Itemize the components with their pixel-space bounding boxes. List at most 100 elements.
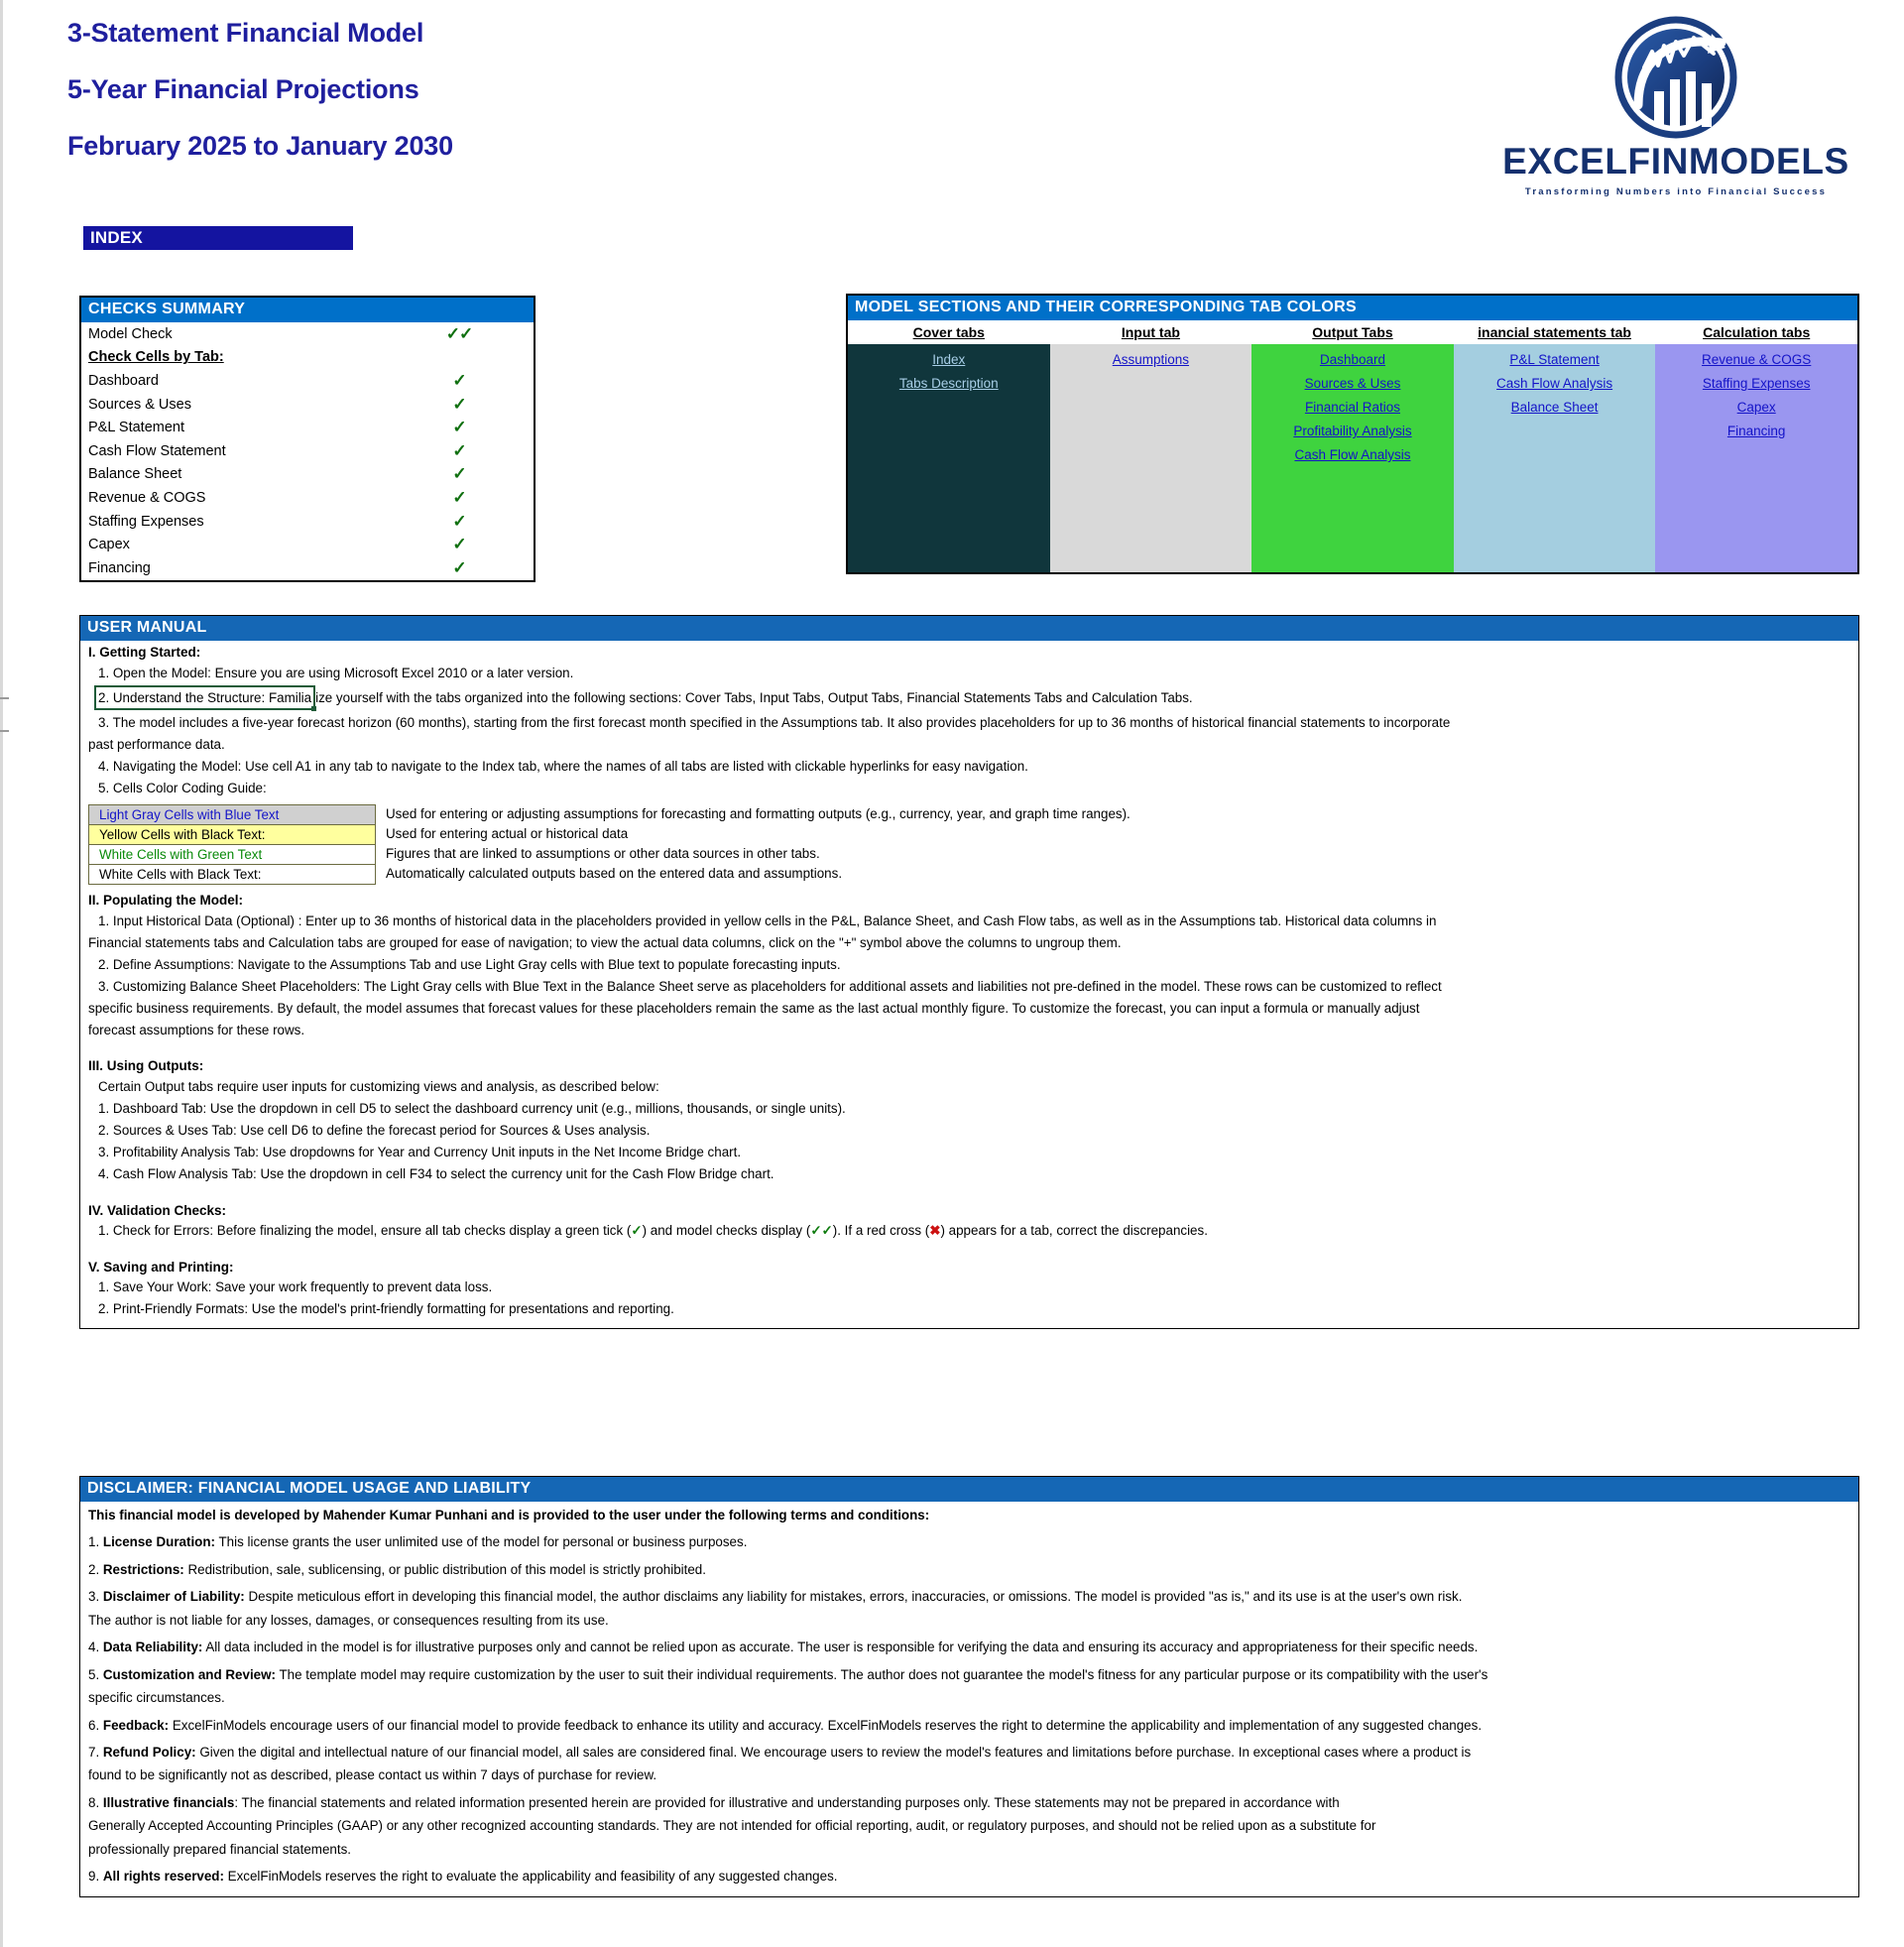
disclaimer-item-number: 4. [88,1640,103,1655]
tab-link[interactable]: Tabs Description [848,376,1050,391]
check-tick-icon: ✓ [452,370,466,390]
manual-item-rest: ize yourself with the tabs organized int… [315,689,1193,705]
model-check-row: Model Check ✓✓ [81,322,534,346]
manual-item: 1. Input Historical Data (Optional) : En… [98,913,1437,928]
check-row-label: P&L Statement [88,420,184,436]
disclaimer-items-container: 1. License Duration: This license grants… [80,1528,1858,1889]
tab-link[interactable]: Sources & Uses [1251,376,1454,391]
manual-section-3-heading: III. Using Outputs: [88,1058,204,1074]
section-column-fin: P&L Statement Cash Flow Analysis Balance S… [1453,344,1656,572]
check-row-label: Revenue & COGS [88,489,206,506]
validation-text-4: ) appears for a tab, correct the discrep… [940,1223,1208,1239]
legend-swatch-gray: Light Gray Cells with Blue Text [88,804,376,825]
check-row: Revenue & COGS ✓ [81,486,534,510]
check-tick-icon: ✓ [452,535,466,554]
check-row-label: Capex [88,537,130,553]
tab-link[interactable]: Profitability Analysis [1251,424,1454,438]
manual-item: 1. Dashboard Tab: Use the dropdown in ce… [98,1100,846,1116]
check-cells-subheading-row: Check Cells by Tab: [81,346,534,370]
check-row: P&L Statement ✓ [81,416,534,439]
check-tick-icon: ✓ [452,557,466,577]
tab-link[interactable]: Index [848,352,1050,367]
disclaimer-item-term: Refund Policy: [102,1744,196,1760]
validation-text-1: 1. Check for Errors: Before finalizing t… [98,1223,632,1239]
disclaimer-item-term: Feedback: [102,1717,170,1733]
index-badge: INDEX [83,226,353,250]
legend-swatch-yellow: Yellow Cells with Black Text: [88,824,376,845]
disclaimer-item: 6. Feedback: ExcelFinModels encourage us… [80,1712,1858,1739]
red-cross-icon: ✖ [929,1223,941,1239]
check-row-label: Balance Sheet [88,466,182,483]
manual-section-4-heading: IV. Validation Checks: [88,1202,227,1218]
disclaimer-item: 8. Illustrative financials: The financia… [80,1789,1858,1816]
validation-text-2: ) and model checks display ( [642,1223,811,1239]
disclaimer-item-continuation: found to be significantly not as describ… [88,1767,657,1783]
tab-link[interactable]: Staffing Expenses [1655,376,1857,391]
disclaimer-title: DISCLAIMER: FINANCIAL MODEL USAGE AND LI… [80,1477,1858,1502]
manual-item-wrap: forecast assumptions for these rows. [88,1022,305,1037]
tab-link[interactable]: Financial Ratios [1251,400,1454,415]
section-column-header: Input tab [1050,320,1252,344]
disclaimer-item-text: This license grants the user unlimited u… [215,1534,748,1550]
green-tick-icon: ✓ [631,1223,643,1239]
disclaimer-item-term: License Duration: [102,1534,215,1550]
manual-item-selected: 2. Understand the Structure: Familia ize … [80,683,1858,711]
tab-link[interactable]: Cash Flow Analysis [1454,376,1656,391]
disclaimer-item-continuation: Generally Accepted Accounting Principles… [88,1818,1376,1834]
check-row-label: Sources & Uses [88,396,191,413]
model-check-mark-icon: ✓✓ [445,323,474,343]
page-title-block: 3-Statement Financial Model 5-Year Finan… [67,18,453,187]
tab-link[interactable]: Capex [1655,400,1857,415]
check-row-label: Staffing Expenses [88,513,204,530]
model-sections-body: Index Tabs Description Assumptions Dashboa… [848,344,1857,572]
legend-row: White Cells with Green Text Figures that … [88,844,1858,865]
checks-summary-panel: CHECKS SUMMARY Model Check ✓✓ Check Cell… [79,296,536,582]
disclaimer-item: 4. Data Reliability: All data included i… [80,1634,1858,1660]
manual-item: Certain Output tabs require user inputs … [98,1078,659,1094]
tab-link[interactable]: Dashboard [1251,352,1454,367]
disclaimer-intro: This financial model is developed by Mah… [88,1508,930,1522]
disclaimer-item-text: : The financial statements and related i… [234,1794,1340,1810]
disclaimer-item-term: Customization and Review: [102,1666,276,1682]
tab-link[interactable]: Revenue & COGS [1655,352,1857,367]
disclaimer-item-text: ExcelFinModels reserves the right to eva… [223,1869,838,1885]
disclaimer-item-text: All data included in the model is for il… [202,1640,1479,1655]
check-row: Capex ✓ [81,533,534,556]
check-row-label: Financing [88,559,151,576]
manual-item-wrap: specific business requirements. By defau… [88,1000,1420,1016]
manual-item: 1. Save Your Work: Save your work freque… [98,1279,493,1295]
legend-swatch-white: White Cells with Black Text: [88,864,376,886]
tab-link[interactable]: Balance Sheet [1454,400,1656,415]
brand-tagline: Transforming Numbers into Financial Succ… [1524,186,1828,197]
check-tick-icon: ✓ [452,487,466,507]
green-double-tick-icon: ✓✓ [810,1223,833,1239]
manual-section-2-heading: II. Populating the Model: [88,893,243,909]
disclaimer-panel: DISCLAIMER: FINANCIAL MODEL USAGE AND LI… [79,1476,1859,1897]
disclaimer-item-number: 1. [88,1534,103,1550]
tab-link[interactable]: Financing [1655,424,1857,438]
manual-item: 5. Cells Color Coding Guide: [98,780,267,795]
page-period: February 2025 to January 2030 [67,131,453,161]
manual-item: 2. Print-Friendly Formats: Use the model… [98,1301,674,1317]
tab-link[interactable]: Assumptions [1050,352,1252,367]
disclaimer-item-number: 3. [88,1589,103,1605]
section-column-calc: Revenue & COGS Staffing Expenses Capex Fin… [1655,344,1857,572]
check-tick-icon: ✓ [452,511,466,531]
check-tick-icon: ✓ [452,440,466,460]
brand-logo: EXCELFINMODELS Transforming Numbers into… [1468,16,1884,197]
legend-row: White Cells with Black Text: Automaticall… [88,864,1858,886]
check-row-label: Dashboard [88,372,159,389]
check-tick-icon: ✓ [452,464,466,484]
disclaimer-item-text: Despite meticulous effort in developing … [244,1589,1463,1605]
section-column-header-text: Calculation tabs [1703,324,1811,340]
tab-link[interactable]: Cash Flow Analysis [1251,447,1454,462]
color-coding-legend: Light Gray Cells with Blue Text Used for … [80,804,1858,886]
legend-row: Yellow Cells with Black Text: Used for en… [88,824,1858,845]
manual-item: 4. Navigating the Model: Use cell A1 in … [98,758,1028,774]
tab-link[interactable]: P&L Statement [1454,352,1656,367]
checks-summary-title: CHECKS SUMMARY [81,298,534,322]
disclaimer-item-continuation: The author is not liable for any losses,… [88,1612,609,1628]
